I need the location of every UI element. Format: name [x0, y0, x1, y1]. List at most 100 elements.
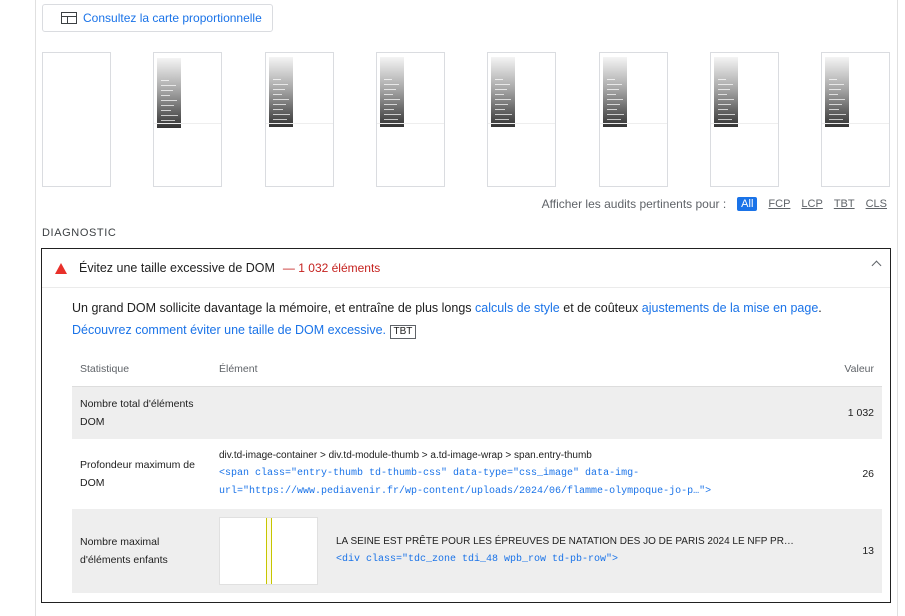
audit-header[interactable]: Évitez une taille excessive de DOM — 1 0… — [42, 249, 890, 288]
screenshot-text-line — [607, 104, 620, 105]
layout-reflows-link[interactable]: ajustements de la mise en page — [642, 301, 819, 315]
stat-cell: Profondeur maximum de DOM — [80, 458, 195, 489]
screenshot-text-line — [607, 89, 619, 90]
filmstrip-frame-screenshot — [603, 57, 627, 127]
node-screenshot-thumbnail — [219, 516, 318, 585]
filter-chip-cls[interactable]: CLS — [866, 198, 887, 210]
column-header-value: Valeur — [822, 353, 882, 387]
screenshot-text-line — [718, 79, 726, 80]
node-snippet: <span class="entry-thumb td-thumb-css" d… — [219, 467, 712, 497]
screenshot-text-line — [718, 104, 731, 105]
screenshot-text-line — [161, 90, 173, 91]
screenshot-text-line — [829, 99, 845, 100]
filmstrip-frame-screenshot — [491, 57, 515, 127]
value-cell: 1 032 — [822, 386, 882, 439]
audit-display-value: — 1 032 éléments — [282, 261, 381, 275]
chevron-up-icon[interactable] — [871, 260, 882, 271]
filter-chip-tbt[interactable]: TBT — [834, 198, 855, 210]
node-label: LA SEINE EST PRÊTE POUR LES ÉPREUVES DE … — [336, 535, 794, 547]
screenshot-text-line — [829, 104, 842, 105]
screenshot-text-line — [829, 119, 843, 120]
filmstrip-frame — [599, 52, 668, 187]
screenshot-text-line — [718, 84, 733, 85]
screenshot-text-line — [607, 84, 622, 85]
screenshot-text-line — [495, 109, 505, 110]
element-cell[interactable]: LA SEINE EST PRÊTE POUR LES ÉPREUVES DE … — [211, 508, 822, 593]
table-row: Profondeur maximum de DOM div.td-image-c… — [72, 439, 882, 509]
screenshot-text-line — [273, 84, 288, 85]
screenshot-text-line — [161, 110, 171, 111]
treemap-icon — [61, 12, 77, 24]
screenshot-text-line — [384, 114, 401, 115]
section-title: DIAGNOSTIC — [42, 227, 117, 239]
filmstrip-frame-screenshot — [380, 57, 404, 127]
filmstrip-frame-screenshot — [714, 57, 738, 127]
screenshot-text-line — [161, 105, 174, 106]
element-cell[interactable]: div.td-image-container > div.td-module-t… — [211, 439, 822, 509]
filmstrip-frame-screenshot — [269, 57, 293, 127]
filmstrip-frame-screenshot — [157, 58, 181, 128]
screenshot-text-line — [718, 99, 734, 100]
filter-chip-fcp[interactable]: FCP — [768, 198, 790, 210]
screenshot-text-line — [161, 80, 169, 81]
screenshot-text-line — [718, 109, 728, 110]
audit-description: Un grand DOM sollicite davantage la mémo… — [72, 297, 862, 341]
element-cell — [211, 386, 822, 439]
metric-tag: TBT — [389, 325, 417, 339]
screenshot-text-line — [495, 114, 512, 115]
screenshot-text-line — [607, 114, 624, 115]
filmstrip-frame — [821, 52, 890, 187]
screenshot-text-line — [384, 79, 392, 80]
screenshot-text-line — [607, 99, 623, 100]
screenshot-text-line — [495, 89, 507, 90]
filter-chip-all[interactable]: All — [737, 197, 758, 211]
screenshot-text-line — [607, 119, 621, 120]
screenshot-text-line — [273, 79, 281, 80]
screenshot-text-line — [384, 109, 394, 110]
screenshot-text-line — [161, 95, 170, 96]
screenshot-text-line — [495, 99, 511, 100]
filter-chip-lcp[interactable]: LCP — [801, 198, 822, 210]
node-snippet: <div class="tdc_zone tdi_48 wpb_row td-p… — [336, 553, 619, 565]
filmstrip-frame-screenshot — [825, 57, 849, 127]
filmstrip — [42, 52, 890, 187]
view-treemap-button[interactable]: Consultez la carte proportionnelle — [42, 4, 273, 32]
description-text: . — [818, 301, 822, 315]
description-text: Un grand DOM sollicite davantage la mémo… — [72, 301, 475, 315]
warning-triangle-icon — [55, 262, 67, 274]
screenshot-text-line — [384, 104, 397, 105]
screenshot-text-line — [829, 84, 844, 85]
screenshot-text-line — [829, 79, 837, 80]
screenshot-text-line — [273, 119, 287, 120]
table-row: Nombre maximal d'éléments enfants LA SEI… — [72, 508, 882, 593]
style-calculations-link[interactable]: calculs de style — [475, 301, 560, 315]
screenshot-text-line — [829, 94, 838, 95]
screenshot-text-line — [829, 109, 839, 110]
screenshot-text-line — [718, 94, 727, 95]
screenshot-text-line — [495, 119, 509, 120]
table-row: Nombre total d'éléments DOM 1 032 — [72, 386, 882, 439]
screenshot-text-line — [495, 79, 503, 80]
screenshot-text-line — [273, 114, 290, 115]
value-cell: 26 — [862, 467, 874, 480]
screenshot-text-line — [384, 119, 398, 120]
filmstrip-frame — [265, 52, 334, 187]
screenshot-text-line — [718, 114, 735, 115]
screenshot-text-line — [607, 79, 615, 80]
screenshot-text-line — [829, 89, 841, 90]
screenshot-text-line — [384, 89, 396, 90]
screenshot-text-line — [273, 109, 283, 110]
screenshot-text-line — [829, 114, 846, 115]
screenshot-text-line — [161, 120, 175, 121]
audits-filter: Afficher les audits pertinents pour : Al… — [542, 197, 887, 211]
column-header-stat: Statistique — [72, 353, 211, 387]
filmstrip-frame — [42, 52, 111, 187]
description-text: et de coûteux — [559, 301, 642, 315]
filmstrip-frame — [487, 52, 556, 187]
stat-cell: Nombre maximal d'éléments enfants — [72, 508, 211, 593]
screenshot-text-line — [273, 104, 286, 105]
screenshot-text-line — [384, 94, 393, 95]
audit-title: Évitez une taille excessive de DOM — [79, 261, 275, 275]
learn-more-link[interactable]: Découvrez comment éviter une taille de D… — [72, 323, 386, 337]
screenshot-text-line — [607, 109, 617, 110]
